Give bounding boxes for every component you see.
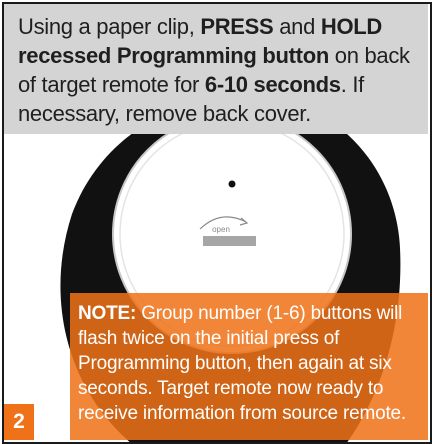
programming-button-hole	[228, 180, 236, 188]
instruction-panel: open Using a paper clip, PRESS and HOLD …	[0, 0, 432, 444]
open-label: open	[212, 225, 230, 234]
press-keyword: PRESS	[200, 14, 274, 39]
step-number-badge: 2	[4, 404, 34, 440]
note-box: NOTE: Group number (1-6) buttons will fl…	[70, 293, 428, 440]
note-text: NOTE: Group number (1-6) buttons will fl…	[70, 293, 428, 426]
instruction-text: Using a paper clip, PRESS and HOLD reces…	[4, 4, 428, 128]
programming-button-label: recessed Programming button	[18, 43, 329, 68]
instruction-box: Using a paper clip, PRESS and HOLD reces…	[4, 4, 428, 134]
instruction-text-part: Using a paper clip,	[18, 14, 201, 39]
cover-slot	[203, 236, 256, 246]
duration-label: 6-10 seconds	[204, 72, 341, 97]
note-label: NOTE:	[78, 303, 137, 324]
hold-keyword: HOLD	[320, 14, 382, 39]
instruction-text-part: and	[273, 14, 321, 39]
